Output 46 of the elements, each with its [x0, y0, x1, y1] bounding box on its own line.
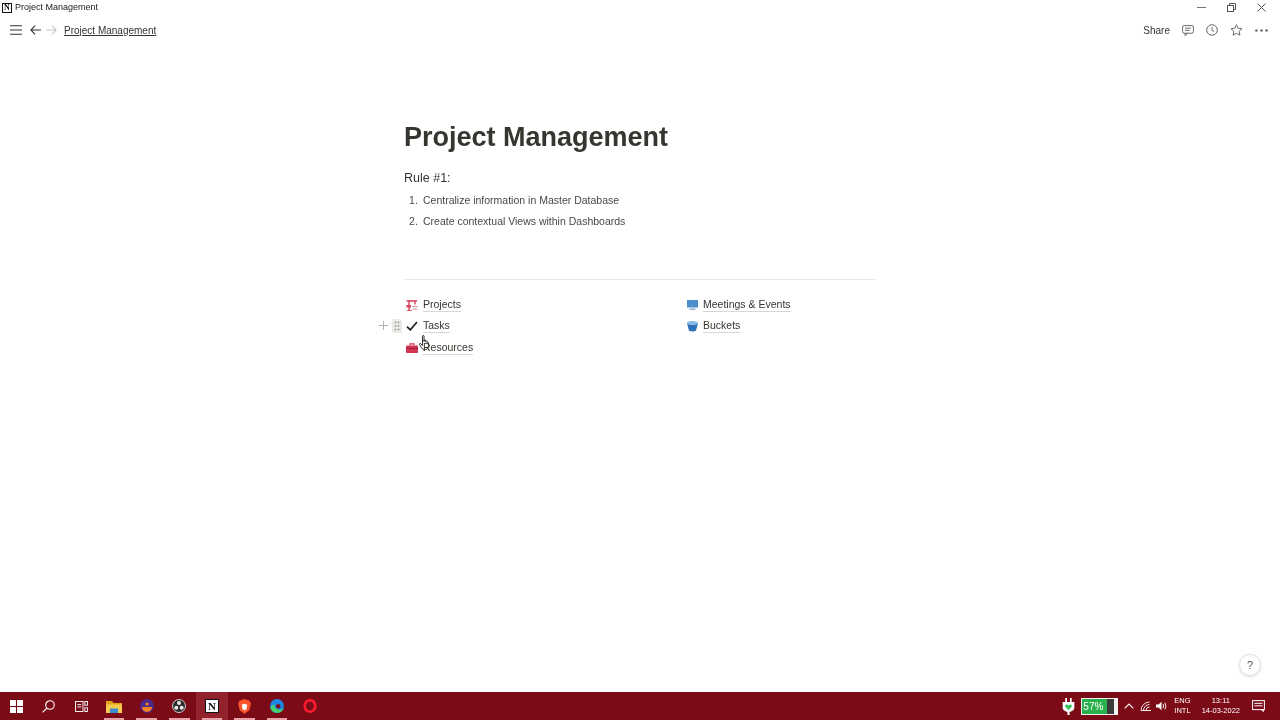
more-icon[interactable]	[1255, 28, 1268, 32]
swirl-icon	[270, 699, 285, 713]
search-icon	[42, 699, 56, 713]
ring-icon	[302, 699, 317, 713]
list-item-text: Create contextual Views within Dashboards	[423, 214, 626, 229]
screen-icon	[686, 299, 698, 310]
star-icon[interactable]	[1230, 24, 1243, 36]
drag-handle-icon[interactable]	[392, 318, 402, 333]
check-icon	[406, 321, 418, 332]
circle-logo-icon	[139, 699, 154, 713]
taskbar-button[interactable]: N	[195, 692, 229, 720]
app-logo: N	[2, 2, 12, 13]
page-title: Project Management	[404, 121, 670, 154]
toolbox-icon	[406, 342, 418, 353]
notification-icon[interactable]	[1252, 700, 1265, 712]
plug-heart-icon[interactable]	[1062, 697, 1076, 715]
disc-icon	[172, 699, 187, 713]
comment-icon[interactable]	[1182, 24, 1194, 36]
menu-icon[interactable]	[10, 25, 22, 35]
share-button[interactable]: Share	[1143, 22, 1170, 38]
list-item-text: Centralize information in Master Database	[423, 193, 620, 208]
list-number: 2.	[408, 214, 419, 229]
page-link[interactable]: Meetings & Events	[703, 297, 791, 312]
breadcrumb-link[interactable]: Project Management	[64, 22, 157, 38]
close-icon[interactable]	[1257, 3, 1266, 12]
app-logo: N	[204, 699, 219, 713]
task-view-icon	[75, 699, 88, 713]
clock-icon[interactable]	[1206, 24, 1218, 36]
page-link[interactable]: Resources	[423, 340, 474, 355]
network-icon[interactable]	[1140, 701, 1153, 711]
crane-icon	[406, 298, 418, 311]
chevron-up-icon[interactable]	[1124, 703, 1135, 709]
rule-heading: Rule #1:	[404, 170, 452, 187]
start-icon	[9, 699, 23, 713]
page-link[interactable]: Buckets	[703, 319, 741, 334]
shield-icon	[237, 698, 251, 714]
window-title: Project Management	[15, 0, 99, 14]
list-number: 1.	[408, 193, 419, 208]
volume-icon[interactable]	[1156, 701, 1168, 711]
bucket-icon	[686, 320, 698, 332]
back-arrow-icon[interactable]	[30, 25, 41, 35]
restore-icon[interactable]	[1227, 3, 1236, 12]
folder-icon	[106, 699, 123, 713]
help-button[interactable]: ?	[1239, 654, 1261, 676]
page-link[interactable]: Tasks	[423, 319, 450, 334]
page-link[interactable]: Projects	[423, 297, 461, 312]
